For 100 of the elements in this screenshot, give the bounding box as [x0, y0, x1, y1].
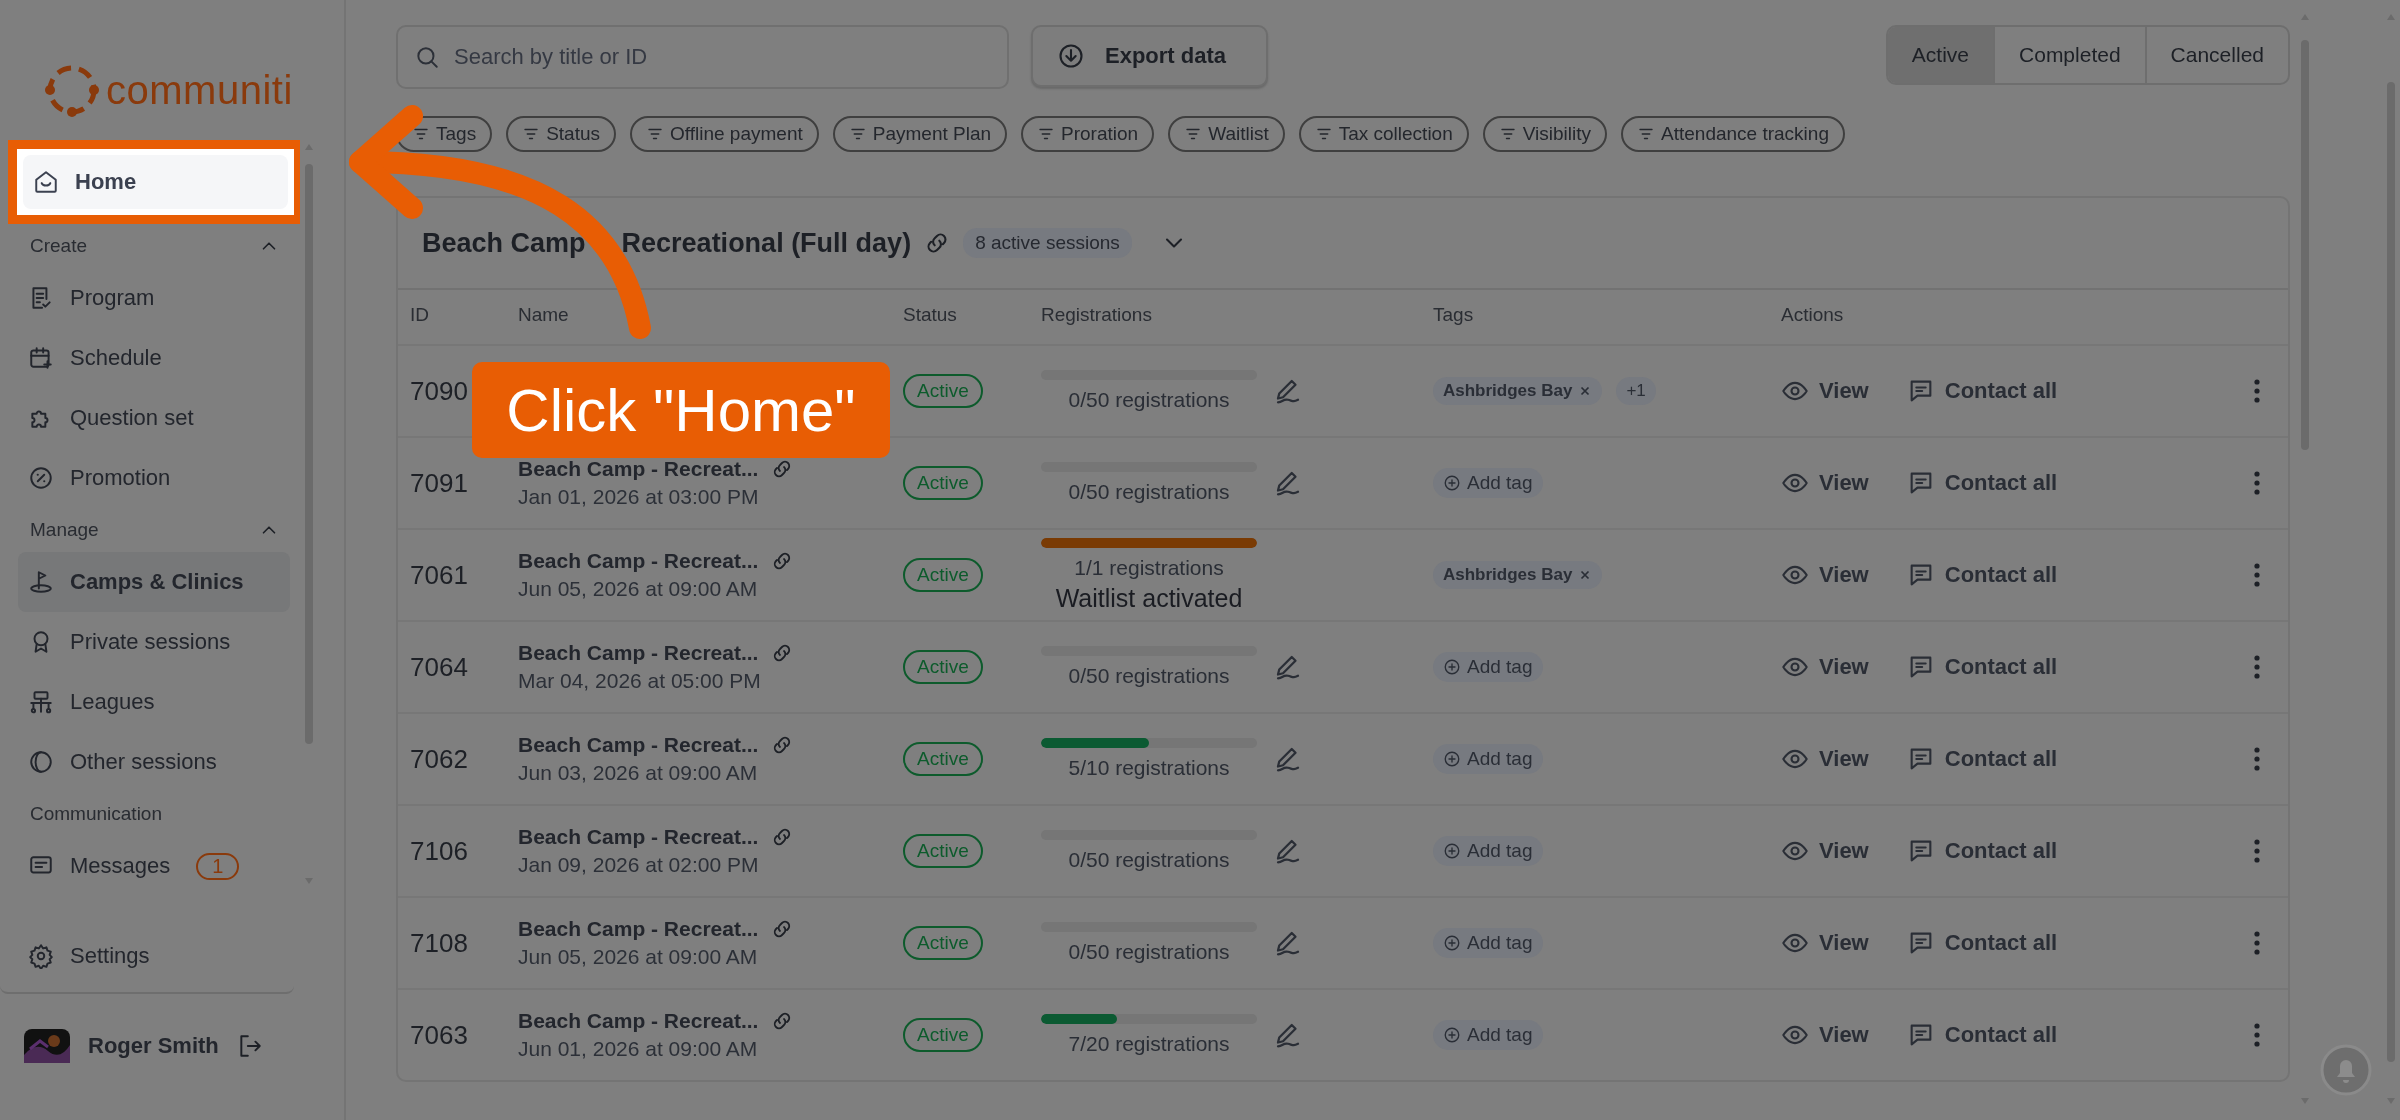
percent-icon [28, 465, 54, 491]
registration-count: 0/50 registrations [1068, 664, 1230, 688]
add-tag-button[interactable]: Add tag [1433, 1020, 1543, 1050]
more-icon[interactable] [2252, 837, 2262, 865]
view-button[interactable]: View [1781, 929, 1869, 957]
table-cell: 7091 [410, 467, 468, 499]
session-name: Beach Camp - Recreat... [518, 1009, 759, 1033]
status-tab[interactable]: Active [1887, 27, 1994, 83]
contact-all-button[interactable]: Contact all [1906, 837, 2058, 865]
registration-count: 0/50 registrations [1068, 940, 1230, 964]
user-name: Roger Smith [88, 1033, 219, 1059]
plus-circle-icon [1443, 658, 1461, 676]
nav-item[interactable]: Messages 1 [0, 836, 290, 880]
table-cell: 7108 [410, 927, 468, 959]
logo-text: communiti [106, 67, 293, 113]
more-tags-badge[interactable]: +1 [1616, 377, 1656, 405]
plus-circle-icon [1443, 842, 1461, 860]
section-label: Communication [30, 803, 162, 825]
filter-chip[interactable]: Visibility [1482, 116, 1608, 152]
nav-item[interactable]: Schedule [0, 328, 290, 388]
add-tag-button[interactable]: Add tag [1433, 468, 1543, 498]
status-badge: Active [903, 926, 983, 960]
nav-item[interactable]: Private sessions [0, 612, 290, 672]
status-badge: Active [903, 742, 983, 776]
session-date: Mar 04, 2026 at 05:00 PM [518, 669, 761, 693]
section-label: Create [30, 235, 88, 257]
group-title: Recreational (Full day) [621, 227, 912, 259]
session-name: Beach Camp - Recreat... [518, 917, 759, 941]
view-button[interactable]: View [1781, 377, 1869, 405]
export-button[interactable]: Export data [1031, 25, 1269, 87]
nav-item[interactable]: Camps & Clinics [18, 552, 290, 612]
table-cell: 7061 [410, 559, 468, 591]
registration-count: 1/1 registrations [1074, 555, 1224, 580]
status-badge: Active [903, 374, 983, 408]
column-header: Tags [1433, 304, 1474, 326]
more-icon[interactable] [2252, 745, 2262, 773]
filter-chip[interactable]: Offline payment [630, 116, 819, 152]
settings-icon [28, 943, 54, 969]
search-field[interactable]: Search by title or ID [396, 25, 1009, 89]
nav-item[interactable]: Leagues [0, 672, 290, 732]
nav-item[interactable]: Promotion [0, 448, 290, 508]
instruction-callout: Click "Home" [472, 362, 890, 458]
filter-chip[interactable]: Waitlist [1168, 116, 1285, 152]
add-tag-button[interactable]: Add tag [1433, 836, 1543, 866]
table-cell: 7064 [410, 651, 468, 683]
add-tag-button[interactable]: Add tag [1433, 928, 1543, 958]
hierarchy-icon [28, 689, 54, 715]
filter-chip[interactable]: Tags [396, 116, 493, 152]
filter-chip[interactable]: Status [506, 116, 616, 152]
more-icon[interactable] [2252, 469, 2262, 497]
filter-chip[interactable]: Payment Plan [832, 116, 1008, 152]
add-tag-button[interactable]: Add tag [1433, 744, 1543, 774]
tag-chip: Ashbridges Bay [1433, 377, 1603, 405]
contact-all-button[interactable]: Contact all [1906, 1021, 2058, 1049]
session-name: Beach Camp - Recreat... [518, 733, 759, 757]
view-button[interactable]: View [1781, 745, 1869, 773]
table-cell: 7090 [410, 375, 468, 407]
status-tab[interactable]: Completed [1993, 27, 2145, 83]
more-icon[interactable] [2252, 561, 2262, 589]
group-title: Beach Camp [422, 227, 586, 259]
more-icon[interactable] [2252, 653, 2262, 681]
plus-circle-icon [1443, 1026, 1461, 1044]
view-button[interactable]: View [1781, 1021, 1869, 1049]
plus-circle-icon [1443, 474, 1461, 492]
filter-chip[interactable]: Tax collection [1298, 116, 1469, 152]
home-nav-item[interactable]: Home [23, 155, 288, 209]
status-tab[interactable]: Cancelled [2144, 27, 2288, 83]
column-header: Name [518, 304, 569, 326]
view-button[interactable]: View [1781, 469, 1869, 497]
contact-all-button[interactable]: Contact all [1906, 653, 2058, 681]
nav-item[interactable]: Question set [0, 388, 290, 448]
registration-count: 5/10 registrations [1068, 756, 1230, 780]
contact-all-button[interactable]: Contact all [1906, 561, 2058, 589]
plus-circle-icon [1443, 750, 1461, 768]
nav-item[interactable]: Settings [0, 920, 294, 994]
contact-all-button[interactable]: Contact all [1906, 745, 2058, 773]
half-circle-icon [28, 749, 54, 775]
contact-all-button[interactable]: Contact all [1906, 469, 2058, 497]
contact-all-button[interactable]: Contact all [1906, 929, 2058, 957]
table-cell: 7106 [410, 835, 468, 867]
filter-chip[interactable]: Proration [1021, 116, 1155, 152]
nav-item[interactable]: Program [0, 268, 290, 328]
view-button[interactable]: View [1781, 837, 1869, 865]
session-date: Jan 09, 2026 at 02:00 PM [518, 853, 759, 877]
view-button[interactable]: View [1781, 653, 1869, 681]
nav-item[interactable]: Other sessions [0, 732, 290, 792]
session-date: Jan 01, 2026 at 03:00 PM [518, 485, 759, 509]
plus-circle-icon [1443, 934, 1461, 952]
column-header: Registrations [1041, 304, 1152, 326]
more-icon[interactable] [2252, 929, 2262, 957]
more-icon[interactable] [2252, 1021, 2262, 1049]
contact-all-button[interactable]: Contact all [1906, 377, 2058, 405]
session-date: Jun 01, 2026 at 09:00 AM [518, 1037, 758, 1061]
filter-chip[interactable]: Attendance tracking [1621, 116, 1845, 152]
view-button[interactable]: View [1781, 561, 1869, 589]
add-tag-button[interactable]: Add tag [1433, 652, 1543, 682]
tag-chip: Ashbridges Bay [1433, 561, 1603, 589]
more-icon[interactable] [2252, 377, 2262, 405]
session-name: Beach Camp - Recreat... [518, 549, 759, 573]
section-label: Manage [30, 519, 99, 541]
